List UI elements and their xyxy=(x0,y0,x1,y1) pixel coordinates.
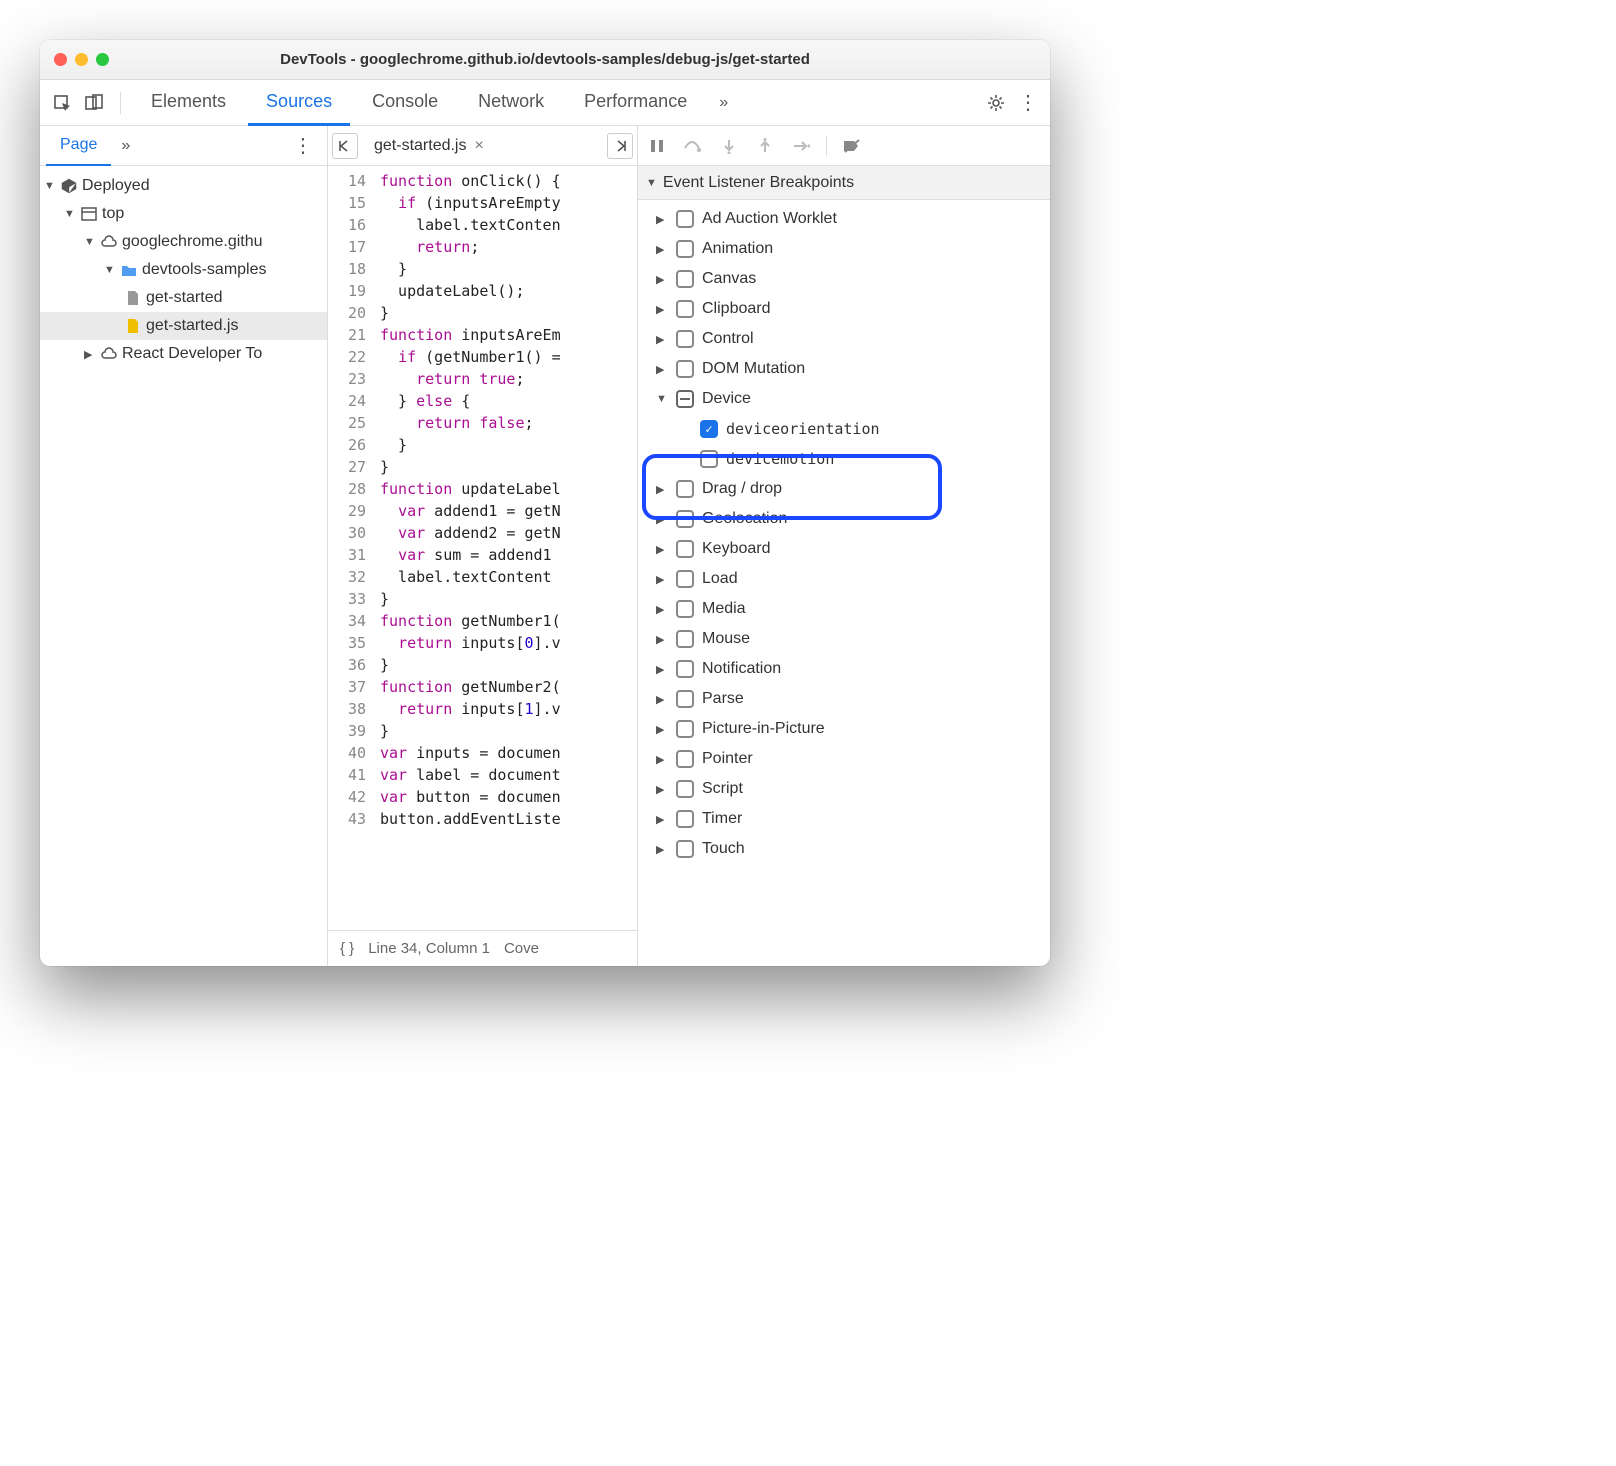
tree-node[interactable]: ▼top xyxy=(40,200,327,228)
checkbox[interactable] xyxy=(676,510,694,528)
breakpoint-category[interactable]: ▶Geolocation xyxy=(638,504,1050,534)
breakpoint-category[interactable]: ▶Parse xyxy=(638,684,1050,714)
checkbox[interactable] xyxy=(676,840,694,858)
checkbox[interactable] xyxy=(676,480,694,498)
tab-network[interactable]: Network xyxy=(460,80,562,126)
breakpoint-category[interactable]: ▼Device xyxy=(638,384,1050,414)
checkbox[interactable] xyxy=(676,210,694,228)
file-tree: ▼Deployed▼top▼googlechrome.githu▼devtool… xyxy=(40,166,327,966)
breakpoint-category[interactable]: ▶Media xyxy=(638,594,1050,624)
checkbox[interactable] xyxy=(676,360,694,378)
checkbox[interactable] xyxy=(676,600,694,618)
breakpoint-category[interactable]: ▶Load xyxy=(638,564,1050,594)
section-disclosure-icon: ▼ xyxy=(646,177,657,189)
nav-back-icon[interactable] xyxy=(332,133,358,159)
breakpoint-category[interactable]: ▶Pointer xyxy=(638,744,1050,774)
checkbox[interactable] xyxy=(676,270,694,288)
step-into-icon[interactable] xyxy=(718,135,740,157)
code-editor[interactable]: 1415161718192021222324252627282930313233… xyxy=(328,166,637,930)
close-tab-icon[interactable]: × xyxy=(474,137,483,155)
breakpoint-category[interactable]: ▶Notification xyxy=(638,654,1050,684)
tab-console[interactable]: Console xyxy=(354,80,456,126)
breakpoint-category[interactable]: ▶Picture-in-Picture xyxy=(638,714,1050,744)
checkbox[interactable] xyxy=(676,630,694,648)
zoom-icon[interactable] xyxy=(96,53,109,66)
settings-icon[interactable] xyxy=(982,89,1010,117)
coverage-label[interactable]: Cove xyxy=(504,940,539,957)
pretty-print-icon[interactable]: { } xyxy=(340,940,354,957)
breakpoint-category[interactable]: ▶DOM Mutation xyxy=(638,354,1050,384)
editor-panel: get-started.js × 14151617181920212223242… xyxy=(328,126,638,966)
tab-performance[interactable]: Performance xyxy=(566,80,705,126)
tree-node[interactable]: get-started.js xyxy=(40,312,327,340)
breakpoint-category[interactable]: ▶Drag / drop xyxy=(638,474,1050,504)
checkbox[interactable] xyxy=(676,660,694,678)
cursor-position: Line 34, Column 1 xyxy=(368,940,490,957)
breakpoint-category[interactable]: ▶Canvas xyxy=(638,264,1050,294)
checkbox-indeterminate[interactable] xyxy=(676,390,694,408)
navigator-menu-icon[interactable]: ⋮ xyxy=(285,133,321,158)
editor-footer: { } Line 34, Column 1 Cove xyxy=(328,930,637,966)
minimize-icon[interactable] xyxy=(75,53,88,66)
checkbox[interactable] xyxy=(676,540,694,558)
device-toggle-icon[interactable] xyxy=(80,89,108,117)
section-title: Event Listener Breakpoints xyxy=(663,174,854,192)
breakpoint-category[interactable]: ▶Animation xyxy=(638,234,1050,264)
tree-node[interactable]: ▶React Developer To xyxy=(40,340,327,368)
breakpoint-category[interactable]: ▶Keyboard xyxy=(638,534,1050,564)
tab-elements[interactable]: Elements xyxy=(133,80,244,126)
tree-node[interactable]: ▼googlechrome.githu xyxy=(40,228,327,256)
close-icon[interactable] xyxy=(54,53,67,66)
breakpoint-category[interactable]: ▶Script xyxy=(638,774,1050,804)
nav-forward-icon[interactable] xyxy=(607,133,633,159)
main-toolbar: Elements Sources Console Network Perform… xyxy=(40,80,1050,126)
breakpoint-categories: ▶Ad Auction Worklet▶Animation▶Canvas▶Cli… xyxy=(638,200,1050,966)
checkbox[interactable] xyxy=(676,240,694,258)
step-over-icon[interactable] xyxy=(682,135,704,157)
window-controls xyxy=(54,53,109,66)
breakpoint-category[interactable]: ▶Mouse xyxy=(638,624,1050,654)
line-gutter: 1415161718192021222324252627282930313233… xyxy=(328,166,374,930)
tree-node[interactable]: ▼Deployed xyxy=(40,172,327,200)
more-tabs-icon[interactable]: » xyxy=(709,94,738,112)
checkbox[interactable] xyxy=(676,780,694,798)
tab-sources[interactable]: Sources xyxy=(248,80,350,126)
source-code[interactable]: function onClick() { if (inputsAreEmpty … xyxy=(374,166,637,930)
checkbox[interactable] xyxy=(676,690,694,708)
pause-icon[interactable] xyxy=(646,135,668,157)
checkbox[interactable] xyxy=(676,810,694,828)
step-out-icon[interactable] xyxy=(754,135,776,157)
debugger-panel: ▼ Event Listener Breakpoints ▶Ad Auction… xyxy=(638,126,1050,966)
breakpoint-category[interactable]: ▶Control xyxy=(638,324,1050,354)
step-icon[interactable] xyxy=(790,135,812,157)
checkbox[interactable] xyxy=(700,450,718,468)
tree-node[interactable]: ▼devtools-samples xyxy=(40,256,327,284)
devtools-window: DevTools - googlechrome.github.io/devtoo… xyxy=(40,40,1050,966)
titlebar: DevTools - googlechrome.github.io/devtoo… xyxy=(40,40,1050,80)
checkbox-checked[interactable]: ✓ xyxy=(700,420,718,438)
breakpoint-event[interactable]: devicemotion xyxy=(638,444,1050,474)
debugger-toolbar xyxy=(638,126,1050,166)
breakpoint-category[interactable]: ▶Touch xyxy=(638,834,1050,864)
inspect-icon[interactable] xyxy=(48,89,76,117)
breakpoint-category[interactable]: ▶Ad Auction Worklet xyxy=(638,204,1050,234)
checkbox[interactable] xyxy=(676,750,694,768)
checkbox[interactable] xyxy=(676,300,694,318)
navigator-more-tabs[interactable]: » xyxy=(111,137,140,155)
window-title: DevTools - googlechrome.github.io/devtoo… xyxy=(54,51,1036,68)
file-tab-label: get-started.js xyxy=(374,137,466,155)
file-tab[interactable]: get-started.js × xyxy=(364,137,494,155)
tree-node[interactable]: get-started xyxy=(40,284,327,312)
breakpoints-section-header[interactable]: ▼ Event Listener Breakpoints xyxy=(638,166,1050,200)
navigator-tab-page[interactable]: Page xyxy=(46,126,111,166)
breakpoint-event[interactable]: ✓deviceorientation xyxy=(638,414,1050,444)
breakpoint-category[interactable]: ▶Clipboard xyxy=(638,294,1050,324)
breakpoint-category[interactable]: ▶Timer xyxy=(638,804,1050,834)
checkbox[interactable] xyxy=(676,570,694,588)
checkbox[interactable] xyxy=(676,330,694,348)
deactivate-breakpoints-icon[interactable] xyxy=(841,135,863,157)
kebab-menu-icon[interactable]: ⋮ xyxy=(1014,89,1042,117)
navigator-panel: Page » ⋮ ▼Deployed▼top▼googlechrome.gith… xyxy=(40,126,328,966)
checkbox[interactable] xyxy=(676,720,694,738)
